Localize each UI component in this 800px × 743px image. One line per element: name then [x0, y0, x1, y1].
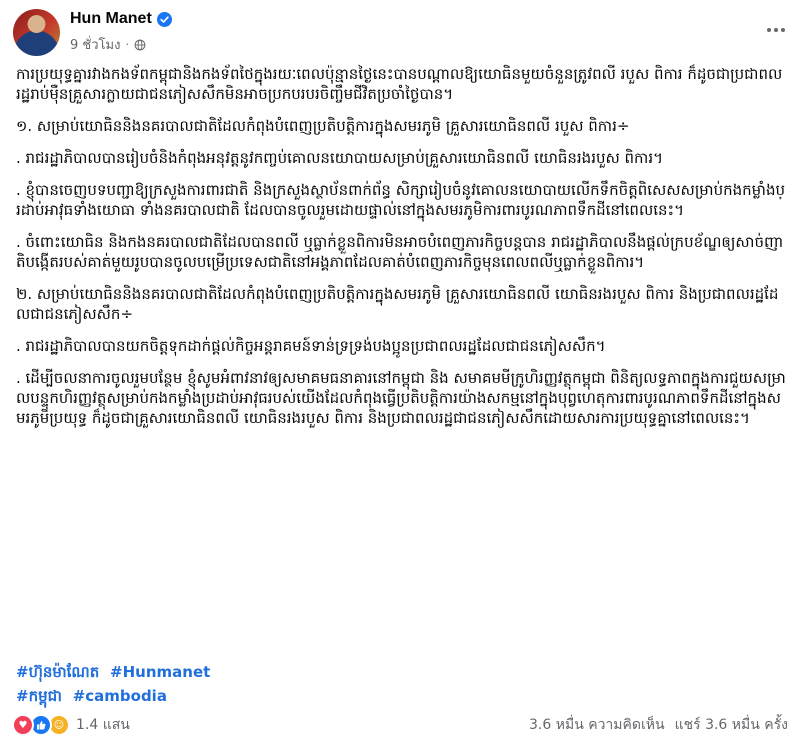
post-paragraph: ២. សម្រាប់យោធិននិងនគរបាលជាតិដែលកំពុងបំពេ… — [16, 285, 779, 323]
post-paragraph: . រាជរដ្ឋាភិបាលបានយកចិត្តទុកដាក់ផ្តល់កិច… — [16, 337, 606, 355]
hashtag-link[interactable]: #cambodia — [73, 687, 167, 705]
post-paragraph: . ខ្ញុំបានចេញបទបញ្ជាឱ្យក្រសួងការពារជាតិ … — [16, 181, 785, 219]
comment-count-link[interactable]: 3.6 หมื่น ความคิดเห็น — [529, 714, 665, 736]
post-paragraph: ១. សម្រាប់យោធិននិងនគរបាលជាតិដែលកំពុងបំពេ… — [16, 117, 630, 135]
hashtag-link[interactable]: #Hunmanet — [110, 663, 210, 681]
more-options-button[interactable] — [758, 12, 794, 48]
reaction-count: 1.4 แสน — [76, 717, 130, 733]
post-header: Hun Manet 9 ชั่วโมง · — [0, 0, 800, 64]
author-avatar[interactable] — [13, 9, 60, 56]
more-options-icon — [767, 28, 771, 32]
post-meta: 9 ชั่วโมง · — [70, 34, 146, 55]
hashtag-link[interactable]: #កម្ពុជា — [16, 687, 62, 705]
post-paragraph: . ចំពោះយោធិន និងកងនគរបាលជាតិដែលបានពលី ឬធ… — [16, 233, 784, 271]
hashtag-line: #ហ៊ុនម៉ាណែត #Hunmanet — [16, 660, 216, 684]
share-count-link[interactable]: แชร์ 3.6 หมื่น ครั้ง — [675, 714, 788, 736]
reactions-summary[interactable]: ♥ ☺ 1.4 แสน — [12, 714, 130, 736]
author-row: Hun Manet — [70, 10, 172, 28]
post-paragraph: ការប្រយុទ្ធគ្នារវាងកងទ័ពកម្ពុជានិងកងទ័ពថ… — [16, 65, 783, 103]
love-icon: ♥ — [12, 714, 34, 736]
post-footer: ♥ ☺ 1.4 แสน 3.6 หมื่น ความคิดเห็น แชร์ 3… — [12, 712, 788, 738]
post-body: ការប្រយុទ្ធគ្នារវាងកងទ័ពកម្ពុជានិងកងទ័ពថ… — [16, 64, 786, 440]
author-name[interactable]: Hun Manet — [70, 10, 152, 28]
hashtag-line: #កម្ពុជា #cambodia — [16, 684, 216, 708]
globe-icon[interactable] — [134, 39, 146, 51]
verified-badge-icon — [156, 11, 172, 27]
hashtag-block: #ហ៊ុនម៉ាណែត #Hunmanet #កម្ពុជា #cambodia — [16, 660, 216, 708]
hashtag-link[interactable]: #ហ៊ុនម៉ាណែត — [16, 663, 99, 681]
meta-separator: · — [125, 38, 129, 51]
engagement-stats: 3.6 หมื่น ความคิดเห็น แชร์ 3.6 หมื่น ครั… — [529, 714, 788, 736]
post-paragraph: . រាជរដ្ឋាភិបាលបានរៀបចំនិងកំពុងអនុវត្តនូ… — [16, 149, 663, 167]
post-paragraph: . ដើម្បីចលនាការចូលរួមបន្ថែម ខ្ញុំសូមអំពា… — [16, 369, 786, 427]
post-timestamp[interactable]: 9 ชั่วโมง — [70, 34, 120, 55]
